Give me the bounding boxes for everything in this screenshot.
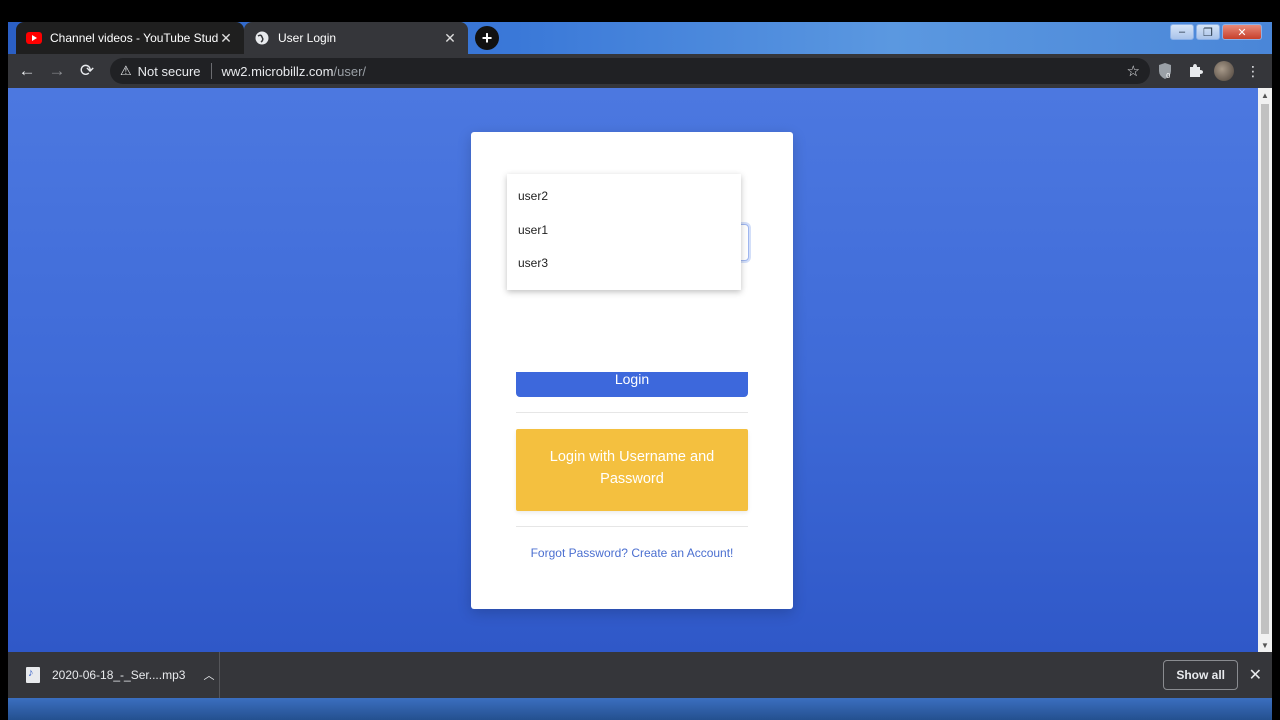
show-all-button[interactable]: Show all	[1163, 660, 1238, 690]
maximize-button[interactable]: ❐	[1196, 24, 1220, 40]
divider	[516, 412, 748, 413]
divider	[516, 526, 748, 527]
minimize-button[interactable]: –	[1170, 24, 1194, 40]
account-links: Forgot Password? Create an Account!	[471, 546, 793, 560]
autocomplete-option[interactable]: user1	[507, 214, 741, 248]
chevron-up-icon[interactable]: ︿	[199, 667, 219, 683]
scroll-down-icon[interactable]: ▼	[1258, 638, 1272, 652]
reload-button[interactable]: ⟳	[72, 56, 102, 86]
close-icon[interactable]: ✕	[218, 30, 234, 46]
window-controls: – ❐ ✕	[1170, 24, 1262, 40]
address-bar[interactable]: ⚠ Not secure ww2.microbillz.com /user/ ☆	[110, 58, 1150, 84]
scrollbar[interactable]: ▲ ▼	[1258, 88, 1272, 652]
tab-title: Channel videos - YouTube Studio	[50, 31, 218, 45]
create-account-link[interactable]: Create an Account!	[631, 546, 733, 560]
forward-button[interactable]: →	[42, 56, 72, 86]
audio-file-icon	[26, 667, 40, 683]
puzzle-icon[interactable]	[1184, 60, 1206, 82]
scroll-up-icon[interactable]: ▲	[1258, 88, 1272, 102]
profile-avatar[interactable]	[1214, 61, 1234, 81]
download-bar: 2020-06-18_-_Ser....mp3 ︿ Show all ✕	[8, 652, 1272, 698]
download-file-name: 2020-06-18_-_Ser....mp3	[52, 668, 186, 682]
login-username-password-button[interactable]: Login with Username and Password	[516, 429, 748, 511]
warning-icon[interactable]: ⚠	[120, 63, 132, 79]
url-host: ww2.microbillz.com	[221, 63, 334, 79]
download-item[interactable]: 2020-06-18_-_Ser....mp3 ︿	[8, 652, 220, 698]
tab-strip: Channel videos - YouTube Studio ✕ User L…	[8, 22, 1272, 54]
page-viewport: Welcome User user Login Login with Usern…	[8, 88, 1258, 652]
scroll-thumb[interactable]	[1261, 104, 1269, 634]
browser-toolbar: ← → ⟳ ⚠ Not secure ww2.microbillz.com /u…	[8, 54, 1272, 88]
security-label[interactable]: Not secure	[138, 64, 201, 79]
star-icon[interactable]: ☆	[1127, 62, 1140, 80]
forgot-password-link[interactable]: Forgot Password?	[531, 546, 628, 560]
autocomplete-option[interactable]: user2	[507, 180, 741, 214]
menu-icon[interactable]: ⋮	[1242, 60, 1264, 82]
divider	[210, 63, 212, 79]
url-path: /user/	[333, 63, 367, 79]
svg-text:0: 0	[1166, 72, 1170, 80]
close-icon[interactable]: ✕	[1249, 665, 1262, 685]
back-button[interactable]: ←	[12, 56, 42, 86]
globe-icon	[254, 30, 270, 46]
extension-area: 0 ⋮	[1154, 58, 1264, 84]
autocomplete-option[interactable]: user3	[507, 247, 741, 281]
login-button[interactable]: Login	[516, 372, 748, 397]
tab-youtube-studio[interactable]: Channel videos - YouTube Studio ✕	[16, 22, 244, 54]
extension-shield-icon[interactable]: 0	[1154, 60, 1176, 82]
window-close-button[interactable]: ✕	[1222, 24, 1262, 40]
tab-user-login[interactable]: User Login ✕	[244, 22, 468, 54]
screen: Channel videos - YouTube Studio ✕ User L…	[0, 0, 1280, 720]
new-tab-button[interactable]: +	[475, 26, 499, 50]
autocomplete-dropdown: user2 user1 user3	[507, 174, 741, 290]
tab-title: User Login	[278, 31, 337, 45]
youtube-icon	[26, 30, 42, 46]
close-icon[interactable]: ✕	[442, 30, 458, 46]
taskbar	[8, 698, 1272, 720]
